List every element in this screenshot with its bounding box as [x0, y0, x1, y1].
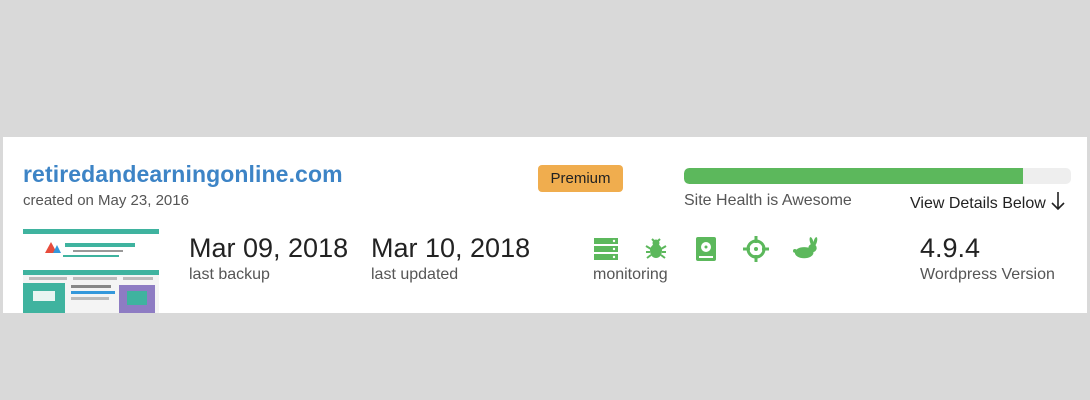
drive-icon[interactable]	[693, 236, 719, 262]
wordpress-version-value: 4.9.4	[920, 233, 981, 263]
site-health-bar	[684, 168, 1071, 184]
rabbit-icon[interactable]	[793, 236, 819, 262]
last-updated-label: last updated	[371, 266, 459, 283]
last-updated-stat: Mar 10, 2018 last updated	[371, 233, 530, 284]
site-thumbnail[interactable]	[23, 229, 159, 313]
last-backup-label: last backup	[189, 266, 270, 283]
wordpress-version-label: Wordpress Version	[920, 266, 1055, 283]
premium-badge: Premium	[538, 165, 623, 192]
bug-icon[interactable]	[643, 236, 669, 262]
crosshair-icon[interactable]	[743, 236, 769, 262]
wordpress-version-stat: 4.9.4 Wordpress Version	[920, 233, 1055, 284]
monitoring-label: monitoring	[593, 266, 668, 283]
view-details-label: View Details Below	[910, 194, 1046, 212]
view-details-link[interactable]: View Details Below	[910, 191, 1066, 216]
site-health-status: Site Health is Awesome	[684, 192, 852, 209]
arrow-down-icon	[1050, 191, 1066, 216]
last-updated-value: Mar 10, 2018	[371, 233, 531, 263]
monitoring-icons	[593, 236, 819, 262]
server-icon[interactable]	[593, 236, 619, 262]
last-backup-value: Mar 09, 2018	[189, 233, 349, 263]
last-backup-stat: Mar 09, 2018 last backup	[189, 233, 348, 284]
site-card: retiredandearningonline.com created on M…	[3, 137, 1087, 313]
created-date: created on May 23, 2016	[23, 192, 189, 209]
site-health-fill	[684, 168, 1023, 184]
site-name-link[interactable]: retiredandearningonline.com	[23, 161, 343, 188]
